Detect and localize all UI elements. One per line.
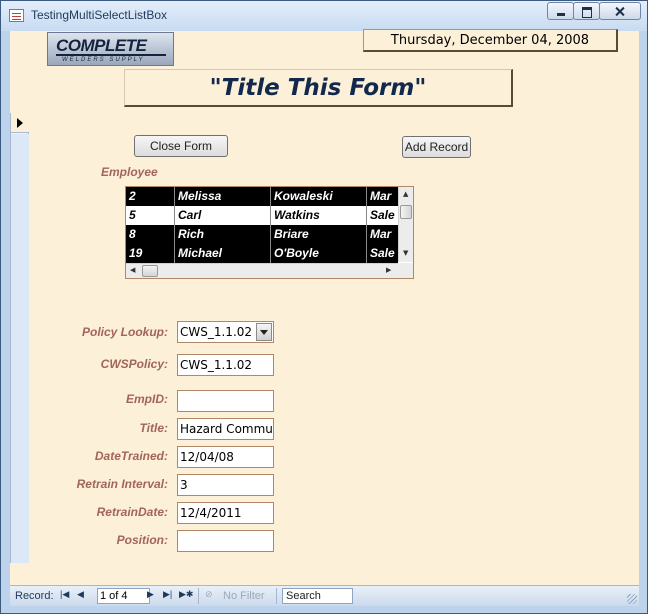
close-form-button[interactable]: Close Form: [134, 135, 228, 157]
retrain-interval-field[interactable]: 3: [177, 474, 274, 496]
cell-last-name: Kowaleski: [270, 187, 366, 206]
cell-dept: Sale: [366, 244, 398, 263]
search-input[interactable]: Search: [282, 588, 353, 604]
cell-first-name: Rich: [174, 225, 270, 244]
scroll-up-icon[interactable]: ▲: [403, 190, 408, 198]
first-record-icon[interactable]: |◀: [60, 589, 69, 600]
form-icon: [9, 9, 24, 22]
record-selector-bar: [11, 134, 29, 563]
emp-id-field[interactable]: [177, 390, 274, 412]
title-field[interactable]: Hazard Commu: [177, 418, 274, 440]
scroll-down-icon[interactable]: ▼: [403, 249, 408, 257]
emp-id-label: EmpID:: [126, 392, 168, 406]
cell-first-name: Carl: [174, 206, 270, 225]
listbox-vertical-scrollbar[interactable]: ▲ ▼: [398, 187, 413, 262]
employee-listbox[interactable]: 2 Melissa Kowaleski Mar 5 Carl Watkins S…: [125, 186, 414, 279]
listbox-horizontal-scrollbar[interactable]: ◀ ▶: [126, 263, 398, 278]
app-window: TestingMultiSelectListBox COMPLETE WELDE…: [0, 0, 648, 614]
employee-label: Employee: [101, 165, 158, 179]
form-body: [10, 31, 639, 585]
cell-first-name: Melissa: [174, 187, 270, 206]
cell-id: 19: [129, 246, 143, 260]
horizontal-scroll-thumb[interactable]: [142, 265, 158, 277]
previous-record-icon[interactable]: ◀: [77, 589, 84, 600]
cell-dept: Mar: [366, 187, 398, 206]
cws-policy-field[interactable]: CWS_1.1.02: [177, 354, 274, 376]
scroll-left-icon[interactable]: ◀: [130, 266, 135, 274]
vertical-scroll-thumb[interactable]: [400, 205, 412, 219]
scroll-right-icon[interactable]: ▶: [386, 266, 391, 274]
form-title: "Title This Form": [124, 69, 513, 107]
date-trained-field[interactable]: 12/04/08: [177, 446, 274, 468]
add-record-button[interactable]: Add Record: [402, 136, 471, 158]
cell-first-name: Michael: [174, 244, 270, 263]
next-record-icon[interactable]: ▶: [147, 589, 154, 600]
chevron-down-icon[interactable]: [256, 323, 272, 341]
cell-dept: Mar: [366, 225, 398, 244]
list-item[interactable]: 19 Michael O'Boyle Sale: [126, 244, 398, 263]
logo-sub-text: WELDERS SUPPLY: [62, 57, 145, 63]
new-record-icon[interactable]: ▶✱: [179, 589, 193, 600]
maximize-button[interactable]: [573, 2, 600, 20]
cell-id: 5: [129, 208, 136, 222]
policy-lookup-combobox[interactable]: CWS_1.1.02: [177, 321, 274, 343]
position-label: Position:: [116, 533, 168, 547]
retrain-date-label: RetrainDate:: [96, 505, 168, 519]
cell-last-name: Briare: [270, 225, 366, 244]
record-navigation-bar: Record: |◀ ◀ 1 of 4 ▶ ▶| ▶✱ ⊘ No Filter …: [10, 585, 639, 606]
position-field[interactable]: [177, 530, 274, 552]
filter-status[interactable]: No Filter: [223, 590, 265, 602]
cell-last-name: Watkins: [270, 206, 366, 225]
cws-policy-label: CWSPolicy:: [100, 357, 168, 371]
current-record-arrow-icon: [11, 113, 29, 133]
retrain-date-field[interactable]: 12/4/2011: [177, 502, 274, 524]
status-separator: [198, 588, 199, 604]
cell-last-name: O'Boyle: [270, 244, 366, 263]
date-trained-label: DateTrained:: [94, 449, 168, 463]
retrain-interval-label: Retrain Interval:: [76, 477, 168, 491]
window-title: TestingMultiSelectListBox: [31, 8, 168, 22]
current-record-field[interactable]: 1 of 4: [97, 588, 150, 604]
close-window-button[interactable]: [599, 2, 641, 20]
date-display: Thursday, December 04, 2008: [363, 29, 618, 52]
list-item[interactable]: 8 Rich Briare Mar: [126, 225, 398, 244]
title-bar: TestingMultiSelectListBox: [1, 1, 647, 31]
company-logo: COMPLETE WELDERS SUPPLY: [47, 32, 174, 66]
status-separator: [276, 588, 277, 604]
list-item[interactable]: 2 Melissa Kowaleski Mar: [126, 187, 398, 206]
record-selector[interactable]: [10, 113, 29, 563]
last-record-icon[interactable]: ▶|: [163, 589, 172, 600]
cell-id: 8: [129, 227, 136, 241]
filter-icon: ⊘: [205, 589, 213, 599]
logo-underline: [56, 54, 166, 56]
scrollbar-corner: [398, 263, 413, 278]
cell-id: 2: [129, 189, 136, 203]
policy-lookup-label: Policy Lookup:: [81, 325, 168, 339]
record-label: Record:: [15, 590, 54, 602]
logo-main-text: COMPLETE: [56, 36, 147, 55]
minimize-button[interactable]: [547, 2, 574, 20]
policy-lookup-value: CWS_1.1.02: [180, 325, 253, 339]
resize-grip-icon[interactable]: [627, 594, 637, 604]
cell-dept: Sale: [366, 206, 398, 225]
title-label: Title:: [139, 421, 168, 435]
list-item[interactable]: 5 Carl Watkins Sale: [126, 206, 398, 225]
